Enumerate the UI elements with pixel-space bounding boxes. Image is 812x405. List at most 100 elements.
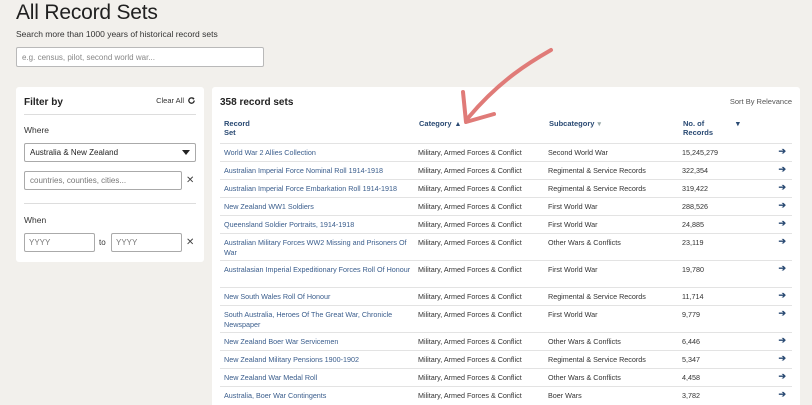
record-set-link[interactable]: New Zealand Boer War Servicemen (224, 337, 414, 347)
clear-places-icon[interactable]: ✕ (186, 176, 194, 186)
table-row[interactable]: Australian Imperial Force Nominal Roll 1… (220, 161, 792, 179)
subcategory-cell: Regimental & Service Records (548, 166, 646, 175)
category-cell: Military, Armed Forces & Conflict (418, 166, 522, 175)
divider (24, 114, 196, 115)
results-count: 358 record sets (220, 97, 294, 108)
col-header-subcategory-label: Subcategory (549, 119, 595, 128)
records-count-cell: 319,422 (682, 184, 708, 193)
arrow-right-icon[interactable]: ➔ (778, 146, 786, 157)
arrow-right-icon[interactable]: ➔ (778, 335, 786, 346)
arrow-right-icon[interactable]: ➔ (778, 290, 786, 301)
records-count-cell: 322,354 (682, 166, 708, 175)
table-row[interactable]: South Australia, Heroes Of The Great War… (220, 305, 792, 332)
subcategory-cell: Boer Wars (548, 391, 582, 400)
filter-panel: Filter by Clear All Where Australia & Ne… (16, 87, 204, 262)
clear-all-label: Clear All (156, 96, 184, 105)
subcategory-cell: Regimental & Service Records (548, 184, 646, 193)
filter-title: Filter by (24, 97, 63, 108)
record-set-link[interactable]: New South Wales Roll Of Honour (224, 292, 414, 302)
year-to-input[interactable]: YYYY (111, 233, 182, 252)
record-set-link[interactable]: New Zealand War Medal Roll (224, 373, 414, 383)
records-count-cell: 11,714 (682, 292, 704, 301)
arrow-right-icon[interactable]: ➔ (778, 218, 786, 229)
subcategory-cell: Regimental & Service Records (548, 292, 646, 301)
arrow-right-icon[interactable]: ➔ (778, 371, 786, 382)
arrow-right-icon[interactable]: ➔ (778, 308, 786, 319)
records-count-cell: 4,458 (682, 373, 700, 382)
col-header-record-set-label: Record Set (224, 119, 250, 137)
subcategory-cell: Other Wars & Conflicts (548, 337, 621, 346)
category-cell: Military, Armed Forces & Conflict (418, 220, 522, 229)
record-set-link[interactable]: South Australia, Heroes Of The Great War… (224, 310, 414, 329)
divider (24, 203, 196, 204)
sort-icon: ▾ (597, 121, 601, 128)
col-header-category-label: Category (419, 119, 452, 128)
where-select[interactable]: Australia & New Zealand (24, 143, 196, 162)
record-set-link[interactable]: Queensland Soldier Portraits, 1914-1918 (224, 220, 414, 230)
table-row[interactable]: New Zealand WW1 Soldiers Military, Armed … (220, 197, 792, 215)
table-row[interactable]: Queensland Soldier Portraits, 1914-1918 M… (220, 215, 792, 233)
col-header-subcategory[interactable]: Subcategory ▾ (549, 119, 601, 129)
records-count-cell: 6,446 (682, 337, 700, 346)
sort-icon: ▾ (736, 119, 740, 128)
table-row[interactable]: Australian Imperial Force Embarkation Ro… (220, 179, 792, 197)
clear-all-button[interactable]: Clear All (156, 96, 196, 105)
to-label: to (99, 238, 106, 247)
record-set-link[interactable]: Australian Military Forces WW2 Missing a… (224, 238, 414, 257)
refresh-icon (187, 96, 196, 105)
records-count-cell: 3,782 (682, 391, 700, 400)
record-set-link[interactable]: Australasian Imperial Expeditionary Forc… (224, 265, 414, 275)
category-cell: Military, Armed Forces & Conflict (418, 184, 522, 193)
subcategory-cell: Other Wars & Conflicts (548, 373, 621, 382)
places-input[interactable]: countries, counties, cities... (24, 171, 182, 190)
when-label: When (24, 215, 47, 225)
subcategory-cell: First World War (548, 265, 598, 274)
arrow-right-icon[interactable]: ➔ (778, 182, 786, 193)
arrow-right-icon[interactable]: ➔ (778, 164, 786, 175)
page-subtitle: Search more than 1000 years of historica… (16, 29, 218, 39)
table-row[interactable]: New Zealand Military Pensions 1900-1902 M… (220, 350, 792, 368)
sort-by-button[interactable]: Sort By Relevance (730, 97, 792, 106)
category-cell: Military, Armed Forces & Conflict (418, 238, 522, 247)
table-row[interactable]: New Zealand Boer War Servicemen Military,… (220, 332, 792, 350)
arrow-right-icon[interactable]: ➔ (778, 236, 786, 247)
table-row[interactable]: New South Wales Roll Of Honour Military, … (220, 287, 792, 305)
records-count-cell: 19,780 (682, 265, 704, 274)
records-count-cell: 23,119 (682, 238, 704, 247)
record-set-link[interactable]: Australian Imperial Force Embarkation Ro… (224, 184, 414, 194)
records-count-cell: 15,245,279 (682, 148, 718, 157)
record-set-link[interactable]: New Zealand WW1 Soldiers (224, 202, 414, 212)
records-count-cell: 288,526 (682, 202, 708, 211)
record-set-link[interactable]: Australian Imperial Force Nominal Roll 1… (224, 166, 414, 176)
table-row[interactable]: New Zealand War Medal Roll Military, Arme… (220, 368, 792, 386)
record-set-link[interactable]: Australia, Boer War Contingents (224, 391, 414, 401)
col-header-category[interactable]: Category ▲ (419, 119, 461, 129)
subcategory-cell: First World War (548, 220, 598, 229)
arrow-right-icon[interactable]: ➔ (778, 389, 786, 400)
table-row[interactable]: Australasian Imperial Expeditionary Forc… (220, 260, 792, 287)
category-cell: Military, Armed Forces & Conflict (418, 337, 522, 346)
records-count-cell: 5,347 (682, 355, 700, 364)
category-cell: Military, Armed Forces & Conflict (418, 148, 522, 157)
table-row[interactable]: Australia, Boer War Contingents Military,… (220, 386, 792, 404)
subcategory-cell: Second World War (548, 148, 608, 157)
record-set-link[interactable]: New Zealand Military Pensions 1900-1902 (224, 355, 414, 365)
search-input[interactable]: e.g. census, pilot, second world war... (16, 47, 264, 67)
year-from-input[interactable]: YYYY (24, 233, 95, 252)
category-cell: Military, Armed Forces & Conflict (418, 265, 522, 274)
col-header-records[interactable]: No. of Records (683, 119, 733, 137)
record-set-link[interactable]: World War 2 Allies Collection (224, 148, 414, 158)
category-cell: Military, Armed Forces & Conflict (418, 373, 522, 382)
table-row[interactable]: Australian Military Forces WW2 Missing a… (220, 233, 792, 260)
category-cell: Military, Armed Forces & Conflict (418, 202, 522, 211)
arrow-right-icon[interactable]: ➔ (778, 263, 786, 274)
subcategory-cell: Other Wars & Conflicts (548, 238, 621, 247)
subcategory-cell: First World War (548, 310, 598, 319)
col-header-records-label: No. of Records (683, 119, 714, 137)
arrow-right-icon[interactable]: ➔ (778, 353, 786, 364)
table-row[interactable]: World War 2 Allies Collection Military, A… (220, 143, 792, 161)
clear-years-icon[interactable]: ✕ (186, 238, 194, 248)
col-header-record-set[interactable]: Record Set (224, 119, 258, 137)
category-cell: Military, Armed Forces & Conflict (418, 391, 522, 400)
arrow-right-icon[interactable]: ➔ (778, 200, 786, 211)
